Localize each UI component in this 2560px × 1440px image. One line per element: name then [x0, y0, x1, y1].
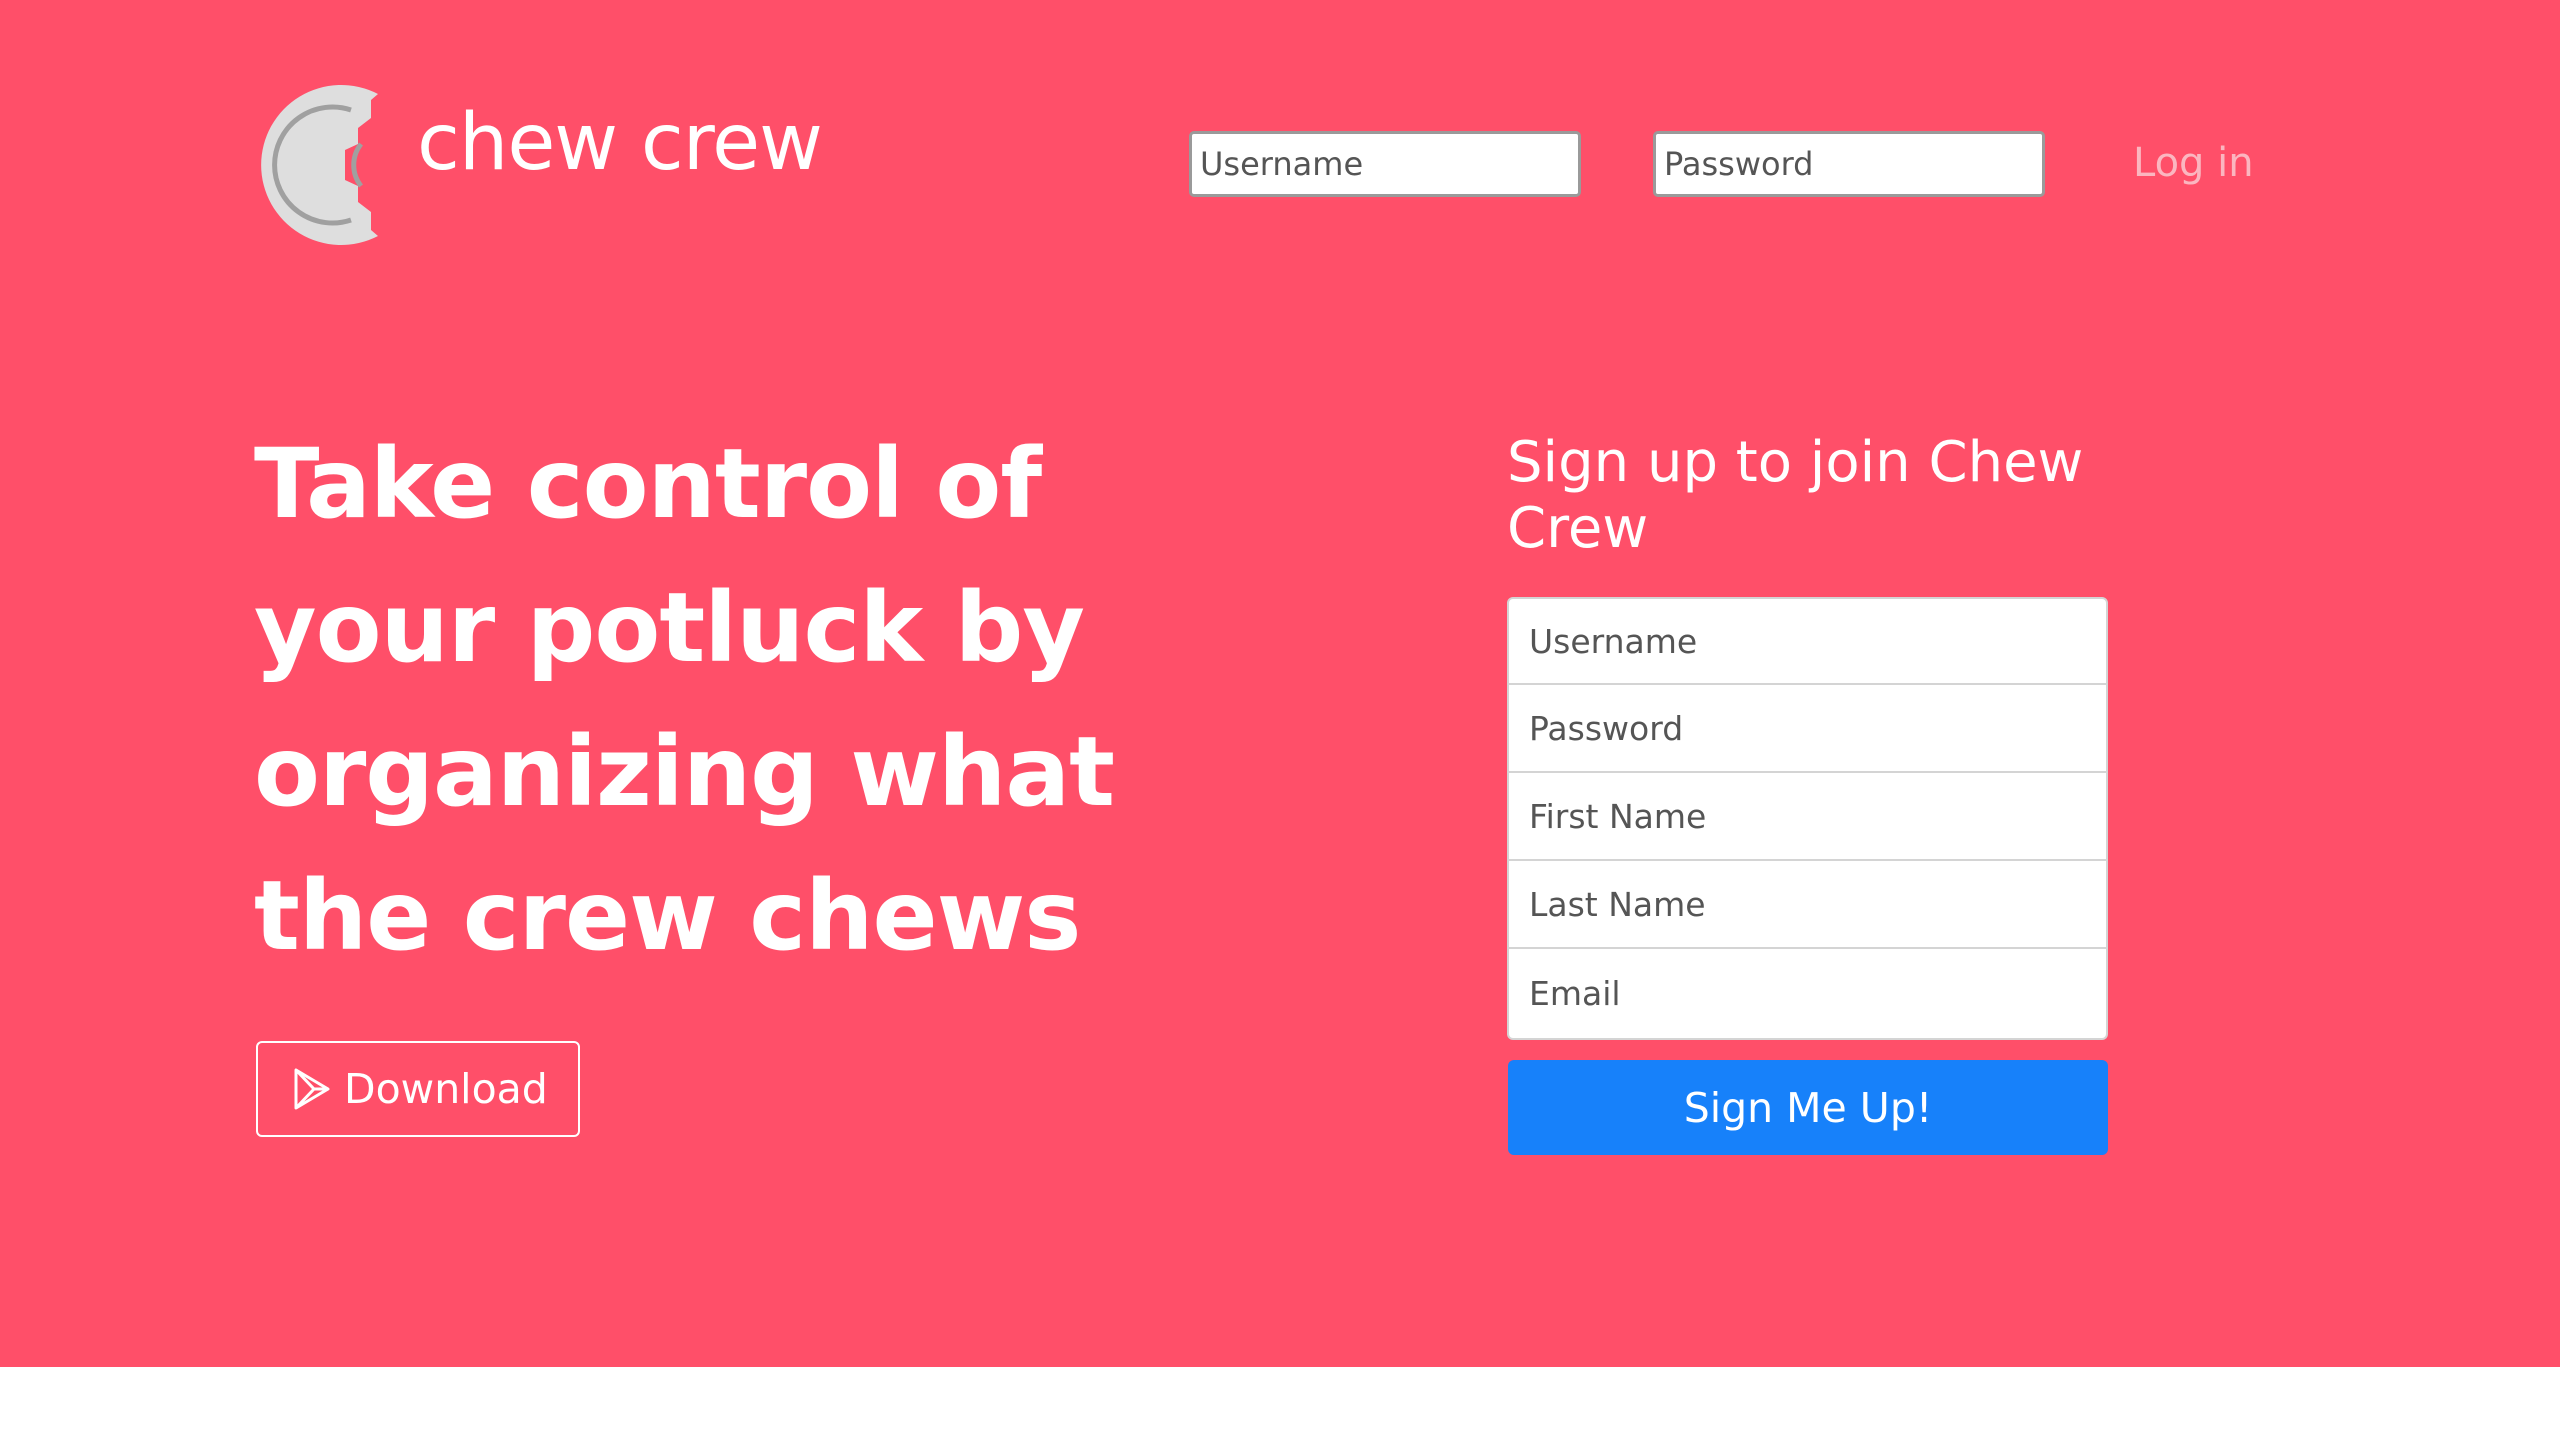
chew-crew-logo-icon [261, 85, 378, 245]
header-password-input[interactable] [1653, 131, 2045, 197]
signup-password-input[interactable] [1507, 685, 2108, 773]
page-footer-area [0, 1367, 2560, 1440]
signup-form [1507, 597, 2108, 1040]
download-label: Download [344, 1065, 548, 1113]
hero-headline: Take control of your potluck by organizi… [254, 428, 1115, 972]
signup-first-name-input[interactable] [1507, 773, 2108, 861]
play-store-icon [294, 1068, 330, 1110]
signup-last-name-input[interactable] [1507, 861, 2108, 949]
hero-section: chew crew Log in Take control of your po… [0, 0, 2560, 1367]
signup-title: Sign up to join Chew Crew [1507, 430, 2084, 561]
signup-email-input[interactable] [1507, 949, 2108, 1040]
sign-me-up-button[interactable]: Sign Me Up! [1508, 1060, 2108, 1155]
login-link[interactable]: Log in [2133, 141, 2254, 185]
download-button[interactable]: Download [256, 1041, 580, 1137]
signup-username-input[interactable] [1507, 597, 2108, 685]
header-username-input[interactable] [1189, 131, 1581, 197]
brand-name: chew crew [417, 98, 823, 188]
